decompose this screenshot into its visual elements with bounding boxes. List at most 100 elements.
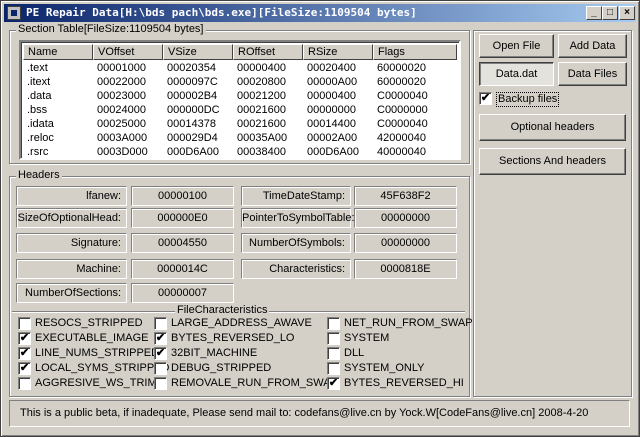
table-cell: 60000020 [377,76,426,88]
table-cell: 0003A000 [97,132,148,144]
size-of-optional-header-value: 000000E0 [131,208,234,228]
characteristic-checkbox[interactable] [327,332,340,345]
characteristic-checkbox[interactable] [327,362,340,375]
characteristic-checkbox[interactable] [327,317,340,330]
characteristic-label: BYTES_REVERSED_LO [171,332,295,344]
characteristic-checkbox[interactable] [154,317,167,330]
characteristic-checkbox[interactable]: ✔ [154,332,167,345]
characteristics-value: 0000818E [354,259,457,279]
characteristics-label: Characteristics: [241,259,351,279]
column-header[interactable]: VSize [163,44,233,60]
data-dat-button[interactable]: Data.dat [479,62,554,86]
characteristic-label: NET_RUN_FROM_SWAP [344,317,473,329]
table-cell: 00020800 [237,76,286,88]
characteristic-label: REMOVALE_RUN_FROM_SWAP [171,377,338,389]
table-cell: 000000DC [167,104,220,116]
column-header[interactable]: Flags [373,44,457,60]
characteristic-label: EXECUTABLE_IMAGE [35,332,149,344]
headers-title: Headers [16,169,62,181]
data-files-button[interactable]: Data Files [558,62,627,86]
table-cell: 00038400 [237,146,286,158]
check-mark: ✔ [328,377,339,389]
column-header[interactable]: VOffset [93,44,163,60]
backup-files-label[interactable]: Backup files [496,92,560,107]
open-file-button[interactable]: Open File [479,34,554,58]
characteristic-checkbox[interactable]: ✔ [154,347,167,360]
sections-and-headers-button[interactable]: Sections And headers [479,148,626,175]
table-row[interactable]: .reloc 0003A000 000029D4 00035A00 00002A00 42… [23,131,457,145]
table-cell: 00024000 [97,104,146,116]
characteristic-checkbox[interactable] [327,347,340,360]
column-header[interactable]: RSize [303,44,373,60]
table-row[interactable]: .idata 00025000 00014378 00021600 00014400 C0… [23,117,457,131]
characteristic-checkbox[interactable]: ✔ [18,347,31,360]
column-header[interactable]: Name [23,44,93,60]
optional-headers-button[interactable]: Optional headers [479,114,626,141]
table-cell: .bss [27,104,48,116]
minimize-button[interactable]: _ [586,6,602,20]
characteristic-label: LOCAL_SYMS_STRIPPED [35,362,170,374]
table-row[interactable]: .itext 00022000 0000097C 00020800 00000A00 60… [23,75,457,89]
add-data-button[interactable]: Add Data [558,34,627,58]
check-mark: ✔ [19,347,30,359]
table-cell: 60000020 [377,62,426,74]
size-of-optional-header-label: SizeOfOptionalHead: [16,208,127,228]
column-header[interactable]: ROffset [233,44,303,60]
pointer-to-symbol-table-value: 00000000 [354,208,457,228]
characteristic-checkbox[interactable] [154,377,167,390]
characteristic-checkbox[interactable]: ✔ [327,377,340,390]
characteristic-label: DLL [344,347,365,359]
characteristic-label: BYTES_REVERSED_HI [344,377,464,389]
close-button[interactable]: × [619,6,635,20]
title-bar[interactable]: PE Repair Data[H:\bds pach\bds.exe][File… [4,4,636,22]
check-mark: ✔ [19,332,30,344]
backup-check-mark: ✔ [480,92,491,104]
table-cell: C0000040 [377,90,428,102]
app-icon[interactable] [7,6,21,20]
characteristic-label: RESOCS_STRIPPED [35,317,143,329]
check-mark: ✔ [155,332,166,344]
maximize-icon: □ [606,7,614,18]
characteristic-checkbox[interactable] [18,377,31,390]
characteristic-checkbox[interactable]: ✔ [18,332,31,345]
table-cell: .data [27,90,52,102]
characteristic-checkbox[interactable] [154,362,167,375]
table-cell: 00014378 [167,118,216,130]
number-of-symbols-label: NumberOfSymbols: [241,233,351,253]
section-table-title: Section Table[FileSize:1109504 bytes] [16,23,206,35]
backup-files-checkbox[interactable]: ✔ [479,92,492,105]
table-cell: 00021600 [237,118,286,130]
table-cell: 0003D000 [97,146,148,158]
table-cell: 00000400 [237,62,286,74]
table-row[interactable]: .data 00023000 000002B4 00021200 00000400 C00… [23,89,457,103]
table-cell: 000D6A00 [307,146,359,158]
table-cell: 00014400 [307,118,356,130]
check-mark: ✔ [19,362,30,374]
table-cell: 00000000 [307,104,356,116]
table-cell: .idata [27,118,54,130]
number-of-sections-label: NumberOfSections: [16,283,127,303]
signature-label: Signature: [16,233,127,253]
characteristic-checkbox[interactable]: ✔ [18,362,31,375]
characteristic-label: DEBUG_STRIPPED [171,362,272,374]
table-row[interactable]: .text 00001000 00020354 00000400 00020400 600… [23,61,457,75]
table-cell: .itext [27,76,51,88]
table-cell: 00001000 [97,62,146,74]
check-mark: ✔ [155,347,166,359]
table-cell: 00025000 [97,118,146,130]
characteristic-label: SYSTEM [344,332,390,344]
machine-label: Machine: [16,259,127,279]
section-table-list[interactable]: Name VOffset VSize ROffset RSize Flags .text 0… [19,40,461,160]
machine-value: 0000014C [131,259,234,279]
table-row[interactable]: .bss 00024000 000000DC 00021600 00000000 C000… [23,103,457,117]
table-cell: .reloc [27,132,54,144]
minimize-icon: _ [591,7,597,18]
characteristic-checkbox[interactable] [18,317,31,330]
table-cell: .text [27,62,48,74]
table-cell: 42000040 [377,132,426,144]
table-cell: 00000400 [307,90,356,102]
table-cell: 000D6A00 [167,146,219,158]
maximize-button[interactable]: □ [602,6,618,20]
table-cell: 0000097C [167,76,218,88]
table-row[interactable]: .rsrc 0003D000 000D6A00 00038400 000D6A00 400… [23,145,457,158]
